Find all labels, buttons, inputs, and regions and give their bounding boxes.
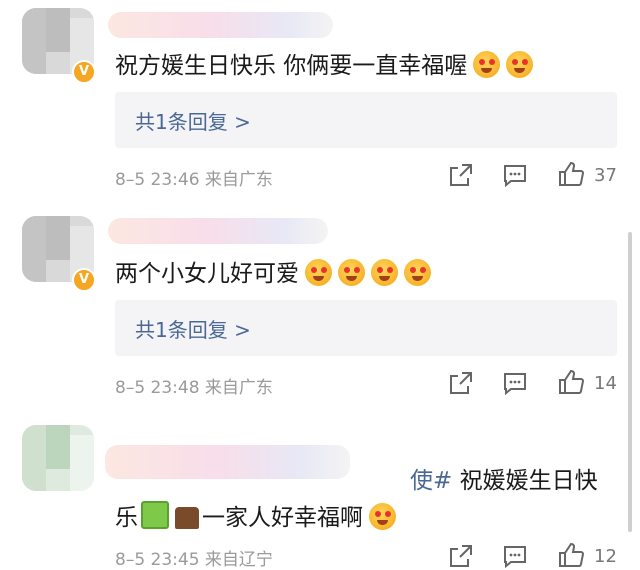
replies-link[interactable]: 共1条回复 >	[115, 92, 617, 148]
scrollbar[interactable]	[628, 232, 632, 532]
username-blurred[interactable]	[105, 445, 350, 479]
comment-icon[interactable]	[502, 543, 528, 569]
comment-meta: 8–5 23:46 来自广东	[115, 170, 273, 190]
share-icon[interactable]	[448, 162, 474, 188]
like-icon[interactable]	[557, 541, 585, 567]
smiling-face-emoji-icon	[473, 51, 501, 78]
gift-emoji-icon	[141, 501, 169, 529]
smiling-face-emoji-icon	[506, 51, 534, 78]
comment-item: 使# 祝媛媛生日快 乐一家人好幸福啊 8–5 23:45 来自辽宁 12	[0, 415, 640, 570]
share-icon[interactable]	[448, 543, 474, 569]
smiling-face-emoji-icon	[369, 503, 396, 530]
comment-text: 祝方媛生日快乐 你俩要一直幸福喔	[115, 50, 534, 82]
comment-item: V 两个小女儿好可爱 共1条回复 > 8–5 23:48 来自广东 14	[0, 208, 640, 408]
comment-text-line2: 乐一家人好幸福啊	[115, 501, 396, 534]
share-icon[interactable]	[448, 370, 474, 396]
avatar[interactable]	[22, 425, 94, 491]
verified-badge-icon: V	[72, 268, 96, 292]
heart-eyes-emoji-icon	[338, 259, 365, 286]
comment-meta: 8–5 23:48 来自广东	[115, 378, 273, 398]
heart-eyes-emoji-icon	[371, 259, 398, 286]
replies-link[interactable]: 共1条回复 >	[115, 300, 617, 356]
heart-eyes-emoji-icon	[404, 259, 431, 286]
comment-icon[interactable]	[502, 162, 528, 188]
username-blurred[interactable]	[108, 12, 333, 38]
like-icon[interactable]	[557, 160, 585, 186]
comment-text-line1: 使# 祝媛媛生日快	[410, 468, 598, 494]
comment-text: 两个小女儿好可爱	[115, 258, 431, 290]
like-count: 37	[594, 165, 617, 186]
username-blurred[interactable]	[108, 218, 328, 244]
like-count: 14	[594, 373, 617, 394]
birthday-cake-emoji-icon	[175, 507, 199, 529]
like-count: 12	[594, 546, 617, 567]
like-icon[interactable]	[557, 368, 585, 394]
verified-badge-icon: V	[72, 60, 96, 84]
heart-eyes-emoji-icon	[305, 259, 332, 286]
comment-icon[interactable]	[502, 370, 528, 396]
comment-meta: 8–5 23:45 来自辽宁	[115, 550, 273, 570]
comment-item: V 祝方媛生日快乐 你俩要一直幸福喔 共1条回复 > 8–5 23:46 来自广…	[0, 0, 640, 200]
